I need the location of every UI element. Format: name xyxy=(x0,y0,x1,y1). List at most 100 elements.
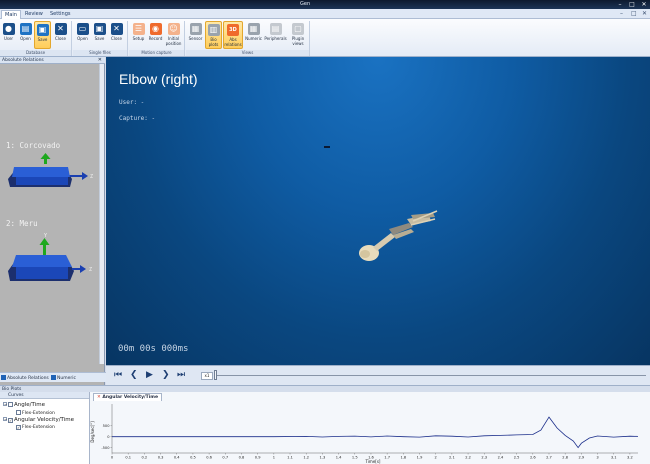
x-tick-label: 1 xyxy=(273,456,275,460)
tab-numeric[interactable]: Numeric xyxy=(51,375,76,382)
tab-angular-velocity[interactable]: ✕ Angular Velocity/Time xyxy=(93,393,163,401)
window-title: Gen xyxy=(300,1,311,7)
numeric-icon xyxy=(51,375,56,380)
checkbox-angular-velocity[interactable]: ✓ xyxy=(8,418,13,423)
panel-close-icon[interactable]: ✕ xyxy=(98,57,102,64)
sensor-button[interactable]: ▦ Sensor xyxy=(187,21,204,49)
x-tick-label: 2.8 xyxy=(562,456,568,460)
x-tick-label: 2.4 xyxy=(498,456,504,460)
abs-relations-button[interactable]: 3D Abs relations xyxy=(223,21,243,49)
save-button[interactable]: ▣ Save xyxy=(34,21,51,49)
arm-model xyxy=(359,210,438,261)
initial-position-button[interactable]: ☺ Initial position xyxy=(165,21,182,49)
skip-end-button[interactable]: ⏭ xyxy=(177,369,185,381)
menu-bar: Main Review Settings – □ ✕ xyxy=(0,9,650,19)
x-tick-label: 2.5 xyxy=(514,456,520,460)
record-button[interactable]: ◉ Record xyxy=(147,21,164,49)
step-back-button[interactable]: ❮ xyxy=(130,369,138,381)
viewport-title: Elbow (right) xyxy=(119,71,198,87)
timeline-thumb[interactable] xyxy=(214,370,217,380)
x-tick-label: 0.4 xyxy=(174,456,180,460)
file-close-button[interactable]: ✕ Close xyxy=(108,21,125,49)
file-save-button[interactable]: ▣ Save xyxy=(91,21,108,49)
expand-icon[interactable]: − xyxy=(3,417,7,422)
grid-icon: ▦ xyxy=(247,23,260,35)
x-tick-label: 2.1 xyxy=(449,456,455,460)
peripherals-icon: ▤ xyxy=(269,23,282,35)
close-icon: ✕ xyxy=(110,23,123,35)
speed-select[interactable]: x1 xyxy=(201,372,213,380)
x-tick-label: 0 xyxy=(111,456,114,460)
bio-plots-button[interactable]: ▥ Bio plots xyxy=(205,21,222,49)
figure-icon: ☺ xyxy=(167,23,180,35)
curve-angle-flex-extension[interactable]: Flex-Extension xyxy=(16,410,55,416)
sensor-2-model: Y Z xyxy=(8,233,92,281)
ribbon-group-database: ● User ▤ Open ▣ Save ✕ Close Database xyxy=(0,21,72,56)
open-icon: ▤ xyxy=(19,23,32,35)
user-info: User: - xyxy=(119,99,145,106)
ribbon-group-motion-capture: ☰ Setup ◉ Record ☺ Initial position Moti… xyxy=(129,21,185,56)
ribbon-restore-icon[interactable]: □ xyxy=(631,9,637,19)
tab-absolute-relations[interactable]: Absolute Relations xyxy=(1,375,49,382)
panel-scrollbar[interactable] xyxy=(99,64,104,364)
sensor-1-model: Z xyxy=(8,153,93,187)
curve-angle-time[interactable]: − Angle/Time xyxy=(3,402,45,408)
expand-icon[interactable]: − xyxy=(3,402,7,407)
x-tick-label: 0.8 xyxy=(239,456,245,460)
x-tick-label: 1.9 xyxy=(417,456,423,460)
x-tick-label: 2.6 xyxy=(530,456,536,460)
x-tick-label: 0.2 xyxy=(142,456,148,460)
x-tick-label: 2.2 xyxy=(465,456,471,460)
x-tick-label: 2.3 xyxy=(481,456,487,460)
peripherals-button[interactable]: ▤ Peripherals xyxy=(264,21,287,49)
y-tick-label: 0 xyxy=(107,435,110,439)
checkbox-angle-time[interactable] xyxy=(8,402,13,407)
x-tick-label: 0.7 xyxy=(222,456,228,460)
title-bar: Gen – □ ✕ xyxy=(0,0,650,9)
bio-plots-icon: ▥ xyxy=(207,24,220,36)
x-tick-label: 1.7 xyxy=(384,456,390,460)
angular-velocity-chart: Deg/sec[°] Time[s] 0 0.1 0.2 0.3 0.4 0.5 0.6 0.… xyxy=(90,404,639,464)
curve-velocity-flex-extension[interactable]: ✓ Flex-Extension xyxy=(16,425,55,430)
skip-start-button[interactable]: ⏮ xyxy=(114,369,122,381)
panel-title: Absolute Relations xyxy=(2,58,44,63)
minimize-icon[interactable]: – xyxy=(614,0,626,9)
curves-header: Curves xyxy=(0,392,89,399)
3d-viewport[interactable]: Elbow (right) User: - Capture: - 00m 00s… xyxy=(106,57,650,365)
ribbon-group-single-files: ▭ Open ▣ Save ✕ Close Single files xyxy=(73,21,128,56)
close-window-icon[interactable]: ✕ xyxy=(638,0,650,9)
tab-review[interactable]: Review xyxy=(22,10,46,19)
setup-button[interactable]: ☰ Setup xyxy=(130,21,147,49)
x-tick-label: 1.4 xyxy=(336,456,342,460)
open-button[interactable]: ▤ Open xyxy=(17,21,34,49)
step-forward-button[interactable]: ❯ xyxy=(162,369,170,381)
close-button[interactable]: ✕ Close xyxy=(52,21,69,49)
maximize-icon[interactable]: □ xyxy=(626,0,638,9)
y-tick-label: 500 xyxy=(103,424,111,428)
play-button[interactable]: ▶ xyxy=(146,369,153,381)
curve-angular-velocity-time[interactable]: − ✓ Angular Velocity/Time xyxy=(3,417,74,423)
tab-settings[interactable]: Settings xyxy=(47,10,74,19)
tab-main[interactable]: Main xyxy=(1,10,21,19)
save-icon: ▣ xyxy=(93,23,106,35)
x-tick-label: 1.1 xyxy=(287,456,293,460)
ribbon-minimize-icon[interactable]: – xyxy=(620,9,623,19)
x-tick-label: 0.5 xyxy=(190,456,196,460)
checkbox-angle-flex[interactable] xyxy=(16,410,21,415)
checkbox-velocity-flex[interactable]: ✓ xyxy=(16,425,21,430)
ribbon-close-icon[interactable]: ✕ xyxy=(642,9,647,19)
curves-panel: Curves − Angle/Time Flex-Extension − ✓ Angu… xyxy=(0,392,90,464)
playback-bar: ⏮ ❮ ▶ ❯ ⏭ x1 xyxy=(106,365,650,385)
numeric-button[interactable]: ▦ Numeric xyxy=(244,21,263,49)
setup-icon: ☰ xyxy=(132,23,145,35)
x-tick-label: 1.3 xyxy=(320,456,326,460)
timestamp: 00m 00s 000ms xyxy=(118,344,189,354)
x-tick-label: 2 xyxy=(435,456,437,460)
user-button[interactable]: ● User xyxy=(0,21,17,49)
file-open-button[interactable]: ▭ Open xyxy=(74,21,91,49)
timeline-track[interactable] xyxy=(216,375,646,376)
ribbon-group-label: Motion capture xyxy=(129,50,184,56)
x-tick-label: 0.1 xyxy=(125,456,131,460)
y-axis-label: Deg/sec[°] xyxy=(90,421,95,443)
plugin-views-button[interactable]: ▢ Plugin views xyxy=(288,21,308,49)
